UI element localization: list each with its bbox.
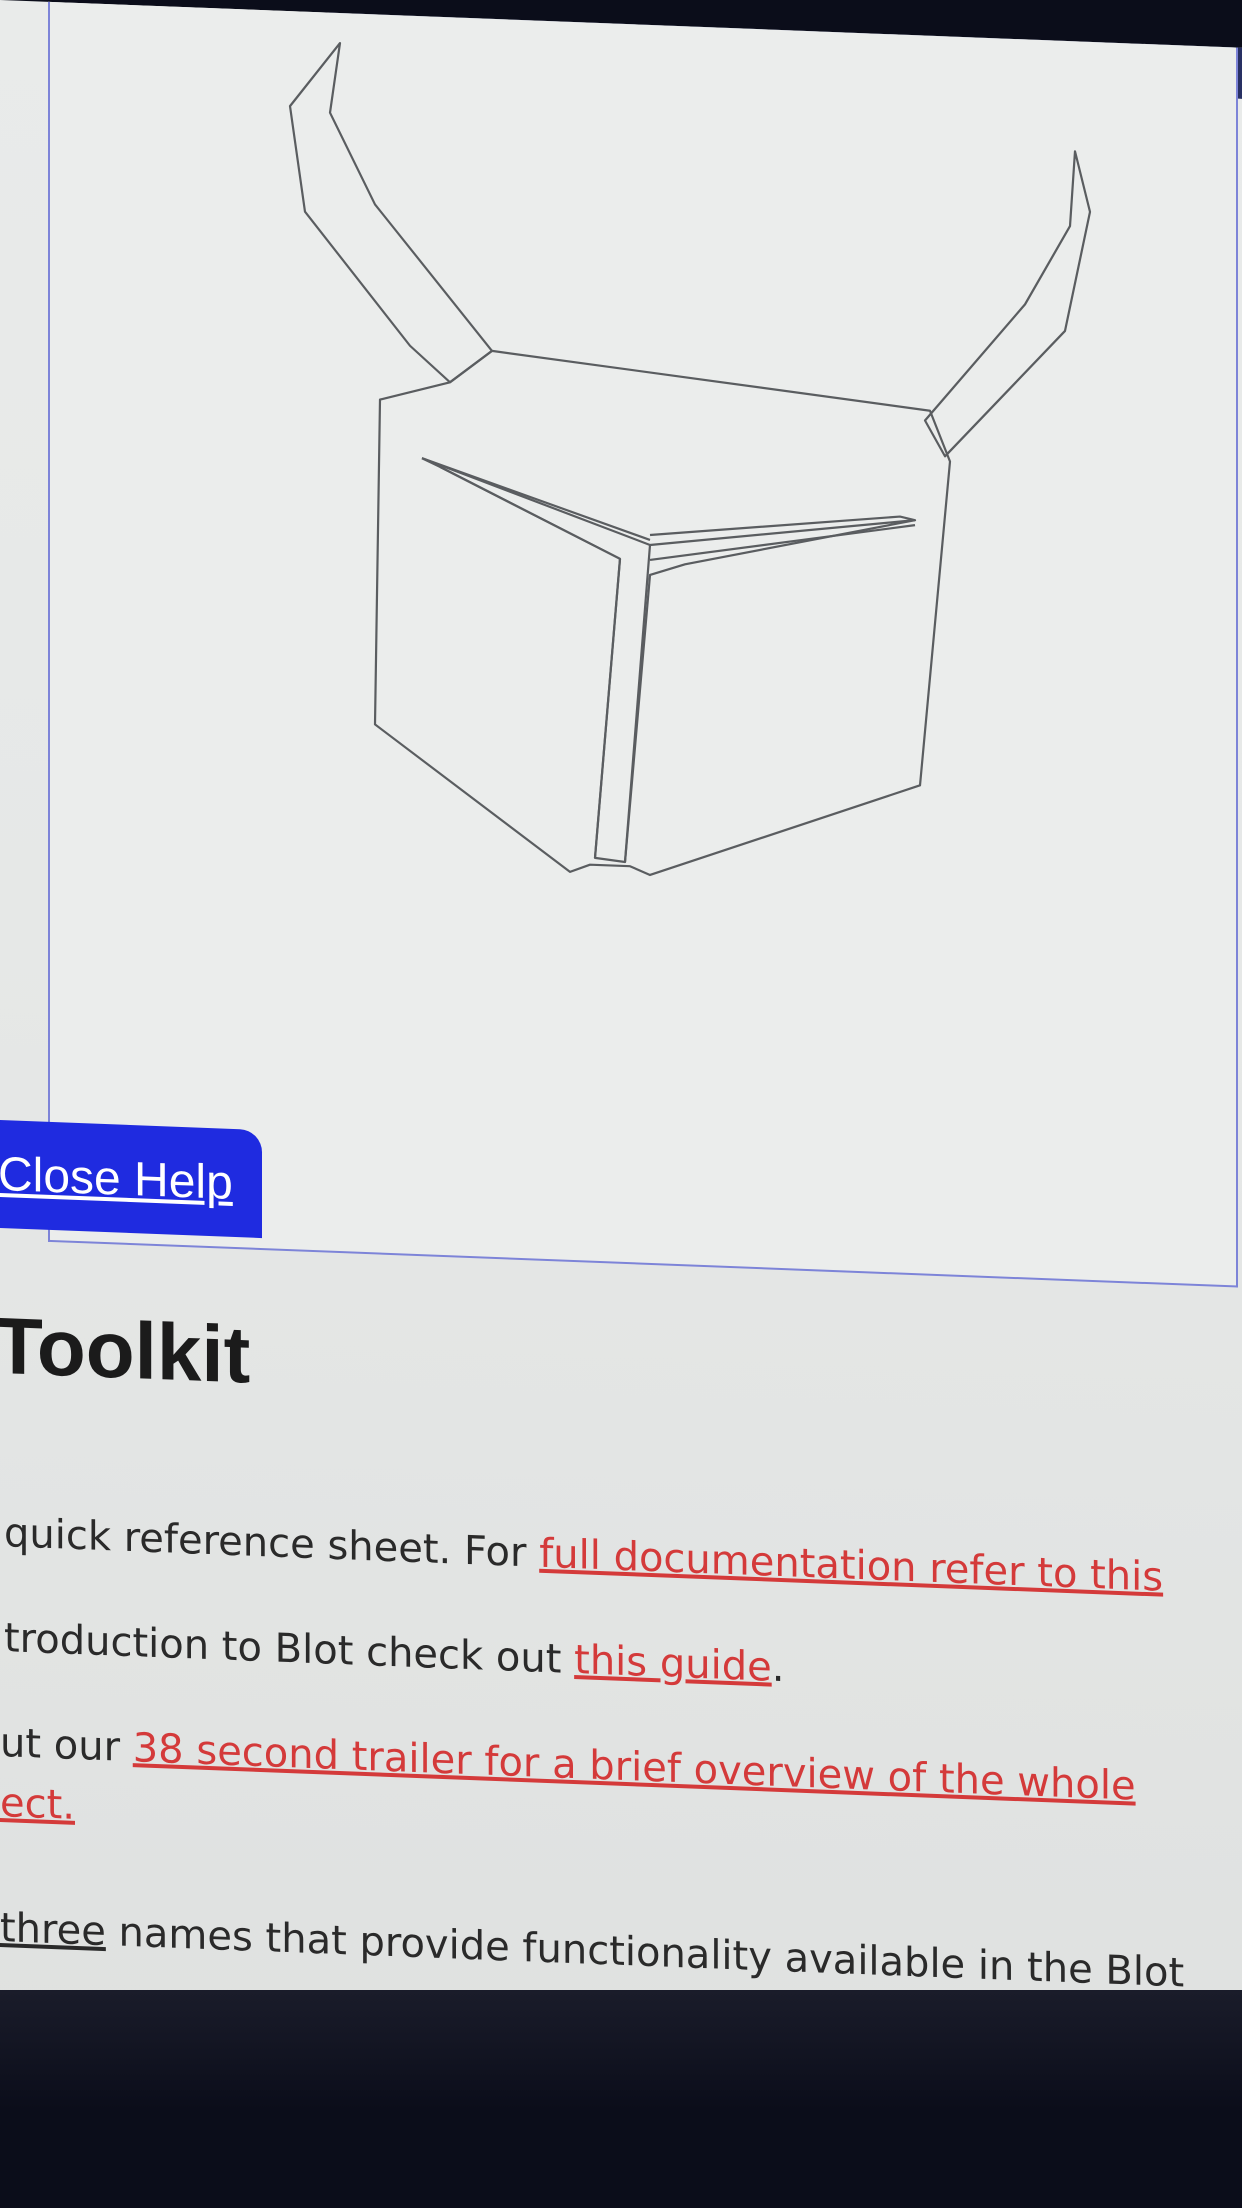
- paragraph-trailer-cont: ect.: [0, 1780, 75, 1829]
- visor-left-upper: [421, 457, 651, 546]
- visor-stem-right: [623, 544, 652, 863]
- paragraph-intro: troduction to Blot check out this guide.: [4, 1615, 784, 1691]
- three-link[interactable]: three: [0, 1905, 106, 1955]
- paragraph-text: names that provide functionality availab…: [105, 1909, 1185, 1997]
- trailer-link[interactable]: 38 second trailer for a brief overview o…: [133, 1725, 1136, 1810]
- visor-stem-left: [593, 558, 622, 858]
- left-horn: [288, 41, 494, 384]
- section-title: Toolkit: [0, 1300, 251, 1400]
- blot-canvas-frame: [48, 0, 1238, 1288]
- laptop-bezel: [0, 1990, 1242, 2208]
- paragraph-text: troduction to Blot check out: [4, 1615, 575, 1684]
- right-horn: [923, 150, 1092, 458]
- paragraph-text: ut our: [0, 1720, 133, 1772]
- paragraph-names: three names that provide functionality a…: [0, 1905, 1184, 1996]
- visor-left-lower: [439, 465, 621, 560]
- photo-of-screen: Close Help Toolkit quick reference sheet…: [0, 0, 1242, 2208]
- paragraph-reference: quick reference sheet. For full document…: [4, 1510, 1163, 1601]
- browser-viewport: Close Help Toolkit quick reference sheet…: [0, 0, 1242, 2108]
- paragraph-text: quick reference sheet. For: [4, 1510, 540, 1577]
- this-guide-link[interactable]: this guide: [574, 1637, 772, 1691]
- paragraph-trailer: ut our 38 second trailer for a brief ove…: [0, 1720, 1136, 1810]
- full-documentation-link[interactable]: full documentation refer to this: [539, 1531, 1163, 1601]
- helmet-body: [373, 349, 952, 877]
- horned-helmet-drawing: [288, 41, 1092, 877]
- trailer-link-cont[interactable]: ect.: [0, 1780, 75, 1829]
- paragraph-punctuation: .: [771, 1644, 785, 1692]
- close-help-button[interactable]: Close Help: [0, 1119, 262, 1239]
